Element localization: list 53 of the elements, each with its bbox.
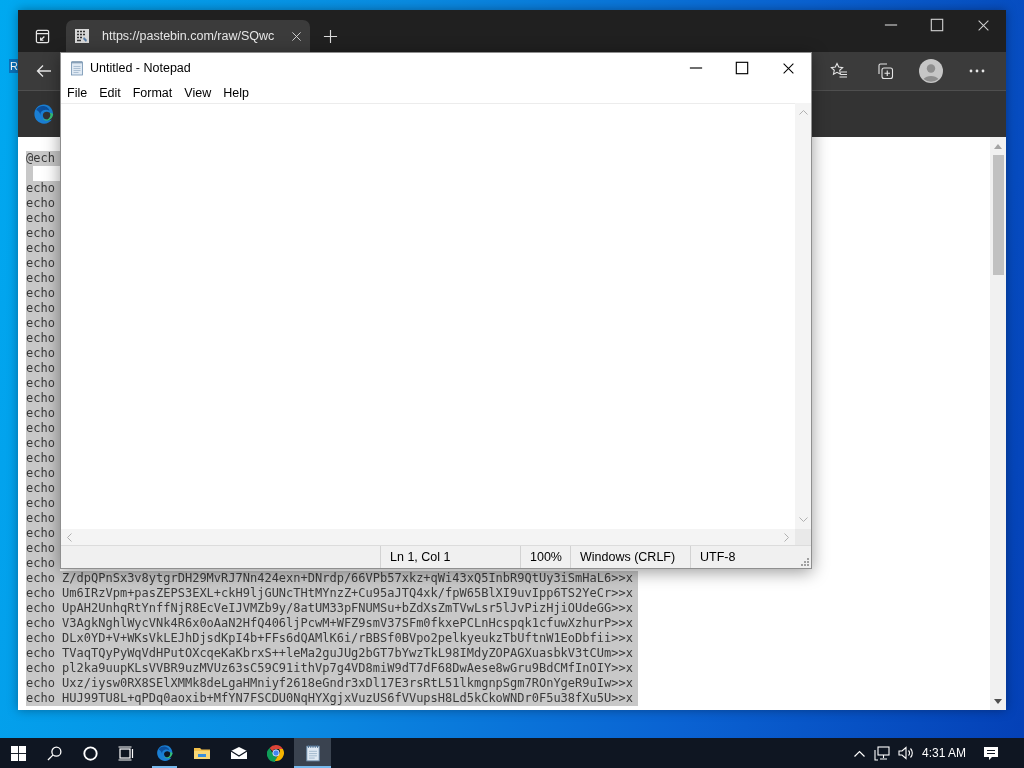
folder-icon [192, 745, 211, 761]
scroll-up-icon [994, 144, 1002, 149]
status-text: Windows (CRLF) [580, 550, 676, 564]
caret-up-icon [854, 749, 866, 757]
menu-item[interactable]: File [61, 83, 94, 103]
close-icon [781, 61, 795, 75]
clock[interactable]: 4:31 AM [917, 738, 973, 768]
close-icon [290, 30, 302, 42]
more-icon [969, 69, 985, 73]
avatar-icon [919, 59, 943, 83]
taskbar-app-button[interactable] [294, 738, 331, 768]
back-arrow-icon [36, 63, 52, 79]
menu-item[interactable]: Help [217, 83, 255, 103]
browser-tab[interactable]: https://pastebin.com/raw/SQwc [66, 20, 311, 52]
scroll-up-icon [798, 110, 808, 115]
window-title: Untitled - Notepad [90, 61, 191, 75]
scrollbar[interactable] [990, 137, 1006, 710]
scroll-down-icon [994, 699, 1002, 704]
scroll-down-icon [798, 517, 808, 522]
status-text: Ln 1, Col 1 [390, 550, 451, 564]
ring-icon [82, 745, 98, 761]
star-list-icon [830, 62, 848, 80]
desktop-icon-label[interactable]: R [9, 59, 19, 73]
status-text: 100% [530, 550, 562, 564]
tab-actions-icon [34, 28, 50, 44]
resize-grip-icon [800, 557, 809, 566]
speaker-icon [897, 746, 914, 760]
maximize-icon [930, 18, 944, 32]
notepad-icon [69, 60, 85, 76]
notepad-icon [303, 744, 322, 762]
vertical-scrollbar[interactable] [795, 103, 811, 529]
network-icon [873, 745, 890, 761]
mail-icon [229, 746, 248, 760]
menu-item[interactable]: View [178, 83, 218, 103]
close-icon [976, 18, 990, 32]
collections-icon [876, 62, 894, 80]
file-icon [74, 28, 90, 44]
edge-logo-icon [33, 103, 55, 125]
notification-icon [983, 745, 999, 761]
maximize-icon [735, 61, 749, 75]
chrome-icon [266, 744, 285, 762]
windows-logo-icon [10, 745, 26, 761]
edge-logo-icon [155, 744, 174, 762]
scroll-thumb[interactable] [992, 155, 1004, 275]
menu-item[interactable]: Format [126, 83, 179, 103]
horizontal-scrollbar[interactable] [61, 529, 795, 545]
scroll-right-icon [784, 532, 789, 542]
plus-icon [322, 28, 338, 44]
menu-item[interactable]: Edit [93, 83, 127, 103]
status-text: UTF-8 [700, 550, 736, 564]
search-icon [46, 745, 62, 761]
task-view-icon [118, 745, 134, 761]
scroll-left-icon [67, 532, 72, 542]
